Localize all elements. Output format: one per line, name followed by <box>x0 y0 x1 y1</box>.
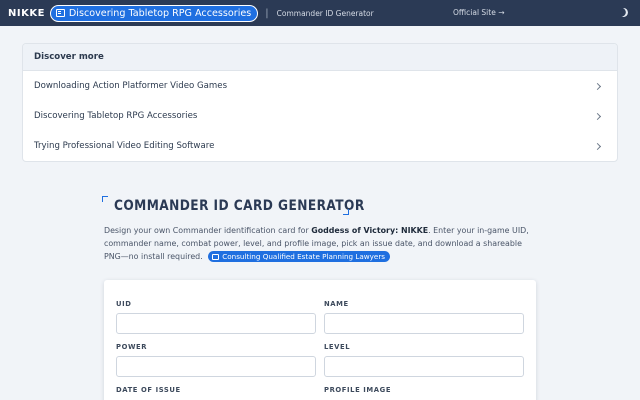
sponsored-topic-label: Consulting Qualified Estate Planning Law… <box>222 252 386 262</box>
commander-form: UID NAME POWER LEVEL DATE OF ISSUE PROFI… <box>104 280 536 400</box>
chevron-right-icon <box>593 82 602 90</box>
name-label: NAME <box>324 300 349 308</box>
profile-image-label: PROFILE IMAGE <box>324 386 392 394</box>
sponsored-topic-badge[interactable]: Consulting Qualified Estate Planning Law… <box>208 251 391 263</box>
discover-item[interactable]: Discovering Tabletop RPG Accessories <box>23 101 617 131</box>
breadcrumb-separator: | <box>265 7 269 19</box>
featured-topic-label: Discovering Tabletop RPG Accessories <box>68 7 252 19</box>
discover-item[interactable]: Trying Professional Video Editing Softwa… <box>23 131 617 161</box>
featured-topic-pill[interactable]: Discovering Tabletop RPG Accessories <box>49 4 259 22</box>
name-input[interactable] <box>324 313 524 334</box>
power-input[interactable] <box>116 356 316 377</box>
level-input[interactable] <box>324 356 524 377</box>
discover-item[interactable]: Downloading Action Platformer Video Game… <box>23 71 617 101</box>
moon-icon[interactable] <box>618 7 630 19</box>
breadcrumb-current: Commander ID Generator <box>276 8 374 18</box>
brand-logo[interactable]: NIKKE <box>8 8 45 19</box>
book-icon <box>212 253 220 260</box>
discover-more-heading: Discover more <box>23 44 617 71</box>
page-description: Design your own Commander identification… <box>104 224 536 264</box>
official-site-link[interactable]: Official Site → <box>453 8 505 17</box>
uid-input[interactable] <box>116 313 316 334</box>
discover-item-label: Discovering Tabletop RPG Accessories <box>34 111 198 121</box>
discover-item-label: Downloading Action Platformer Video Game… <box>34 81 228 91</box>
chevron-right-icon <box>593 112 602 120</box>
game-name: Goddess of Victory: NIKKE <box>311 226 429 235</box>
page-title: COMMANDER ID CARD GENERATOR <box>114 198 365 214</box>
chevron-right-icon <box>593 142 602 150</box>
top-bar: NIKKE Discovering Tabletop RPG Accessori… <box>0 0 640 26</box>
level-label: LEVEL <box>324 343 351 351</box>
title-corner-bracket <box>102 196 108 202</box>
discover-more-panel: Discover more Downloading Action Platfor… <box>22 43 618 162</box>
title-corner-bracket <box>343 209 349 215</box>
discover-item-label: Trying Professional Video Editing Softwa… <box>34 141 215 151</box>
uid-label: UID <box>116 300 132 308</box>
book-icon <box>55 9 65 17</box>
date-of-issue-label: DATE OF ISSUE <box>116 386 181 394</box>
power-label: POWER <box>116 343 148 351</box>
